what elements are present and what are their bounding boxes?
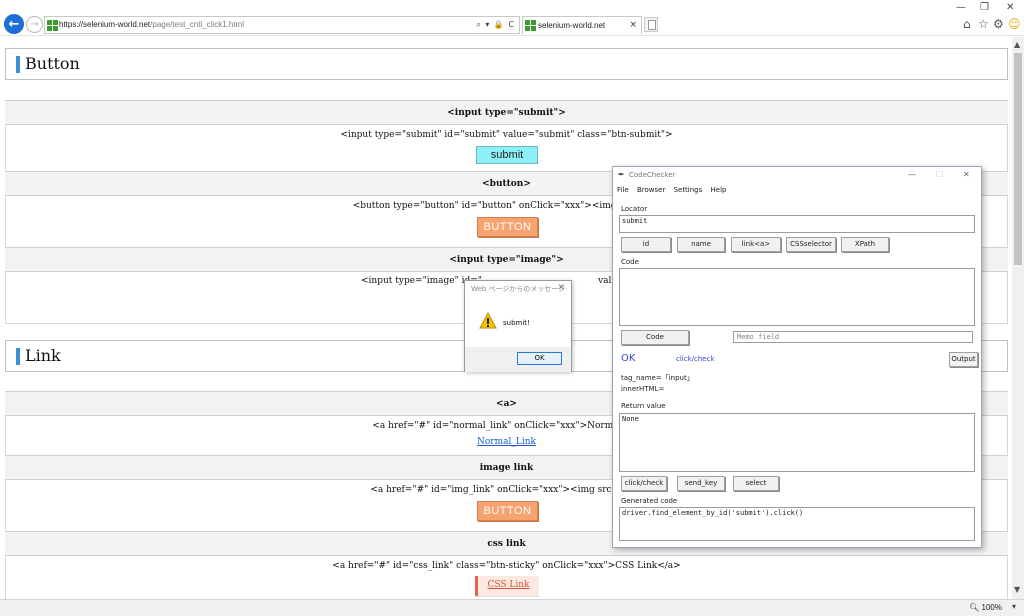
menu-browser[interactable]: Browser — [637, 186, 665, 194]
tab-close-icon[interactable]: × — [629, 17, 637, 34]
inner-html-text: innerHTML= — [621, 385, 665, 393]
id-button[interactable]: id — [621, 237, 671, 252]
new-tab-button[interactable] — [644, 17, 658, 32]
image-link-button[interactable]: BUTTON — [477, 501, 538, 521]
name-button[interactable]: name — [677, 237, 725, 252]
output-button[interactable]: Output — [949, 352, 978, 367]
generated-code-label: Generated code — [621, 497, 678, 505]
address-bar[interactable]: https://selenium-world.net/page/test_cnt… — [44, 16, 520, 34]
smiley-icon[interactable]: ☺ — [1008, 17, 1021, 31]
scroll-down-icon[interactable]: ▼ — [1014, 585, 1020, 594]
xpath-button[interactable]: XPath — [841, 237, 889, 252]
section-header-button: Button — [5, 48, 1008, 80]
menu-bar: File Browser Settings Help — [617, 186, 732, 194]
menu-file[interactable]: File — [617, 186, 629, 194]
close-button[interactable]: ✕ — [963, 170, 970, 179]
submit-button[interactable]: submit — [476, 146, 538, 164]
locator-label: Locator — [621, 205, 648, 213]
forward-button[interactable]: → — [26, 16, 43, 33]
status-action: click/check — [676, 355, 715, 363]
arrow-left-icon: ← — [8, 16, 20, 32]
code-label: Code — [621, 258, 639, 266]
alert-message: submit! — [503, 319, 530, 327]
site-favicon-icon — [525, 20, 536, 31]
maximize-button: ☐ — [936, 170, 944, 179]
gear-icon[interactable]: ⚙ — [993, 17, 1004, 31]
alert-title: Web ページからのメッセージ — [471, 285, 566, 293]
return-value-textarea[interactable]: None — [619, 413, 975, 472]
section-title: Button — [25, 54, 80, 73]
code-text: <a href="#" id="css_link" class="btn-sti… — [332, 561, 681, 571]
table-header-submit: <input type="submit"> — [5, 100, 1008, 125]
link-button[interactable]: link<a> — [731, 237, 781, 252]
code-textarea[interactable] — [619, 268, 975, 326]
status-bar: 🔍︎ 100% ▾ — [0, 599, 1024, 616]
zoom-level[interactable]: 🔍︎ 100% — [969, 603, 1002, 612]
section-marker — [16, 348, 20, 365]
status-ok: OK — [621, 353, 636, 364]
code-button[interactable]: Code — [621, 330, 689, 345]
menu-settings[interactable]: Settings — [674, 186, 703, 194]
browser-toolbar: ← → https://selenium-world.net/page/test… — [0, 0, 1024, 36]
warning-icon — [479, 312, 497, 329]
home-icon[interactable]: ⌂ — [963, 17, 971, 31]
generated-code-textarea[interactable]: driver.find_element_by_id('submit').clic… — [619, 507, 975, 541]
tab-title: selenium-world.net — [538, 21, 606, 30]
site-favicon-icon — [47, 20, 58, 31]
restore-button[interactable]: ❐ — [980, 2, 989, 13]
feather-icon: ✒ — [618, 170, 625, 179]
alert-dialog: Web ページからのメッセージ ✕ submit! OK — [464, 280, 572, 372]
scrollbar-thumb[interactable] — [1014, 53, 1022, 265]
close-icon[interactable]: ✕ — [557, 283, 565, 293]
zoom-icon: 🔍︎ — [969, 603, 980, 612]
menu-help[interactable]: Help — [711, 186, 727, 194]
minimize-button[interactable]: — — [956, 2, 966, 13]
tag-name-text: tag_name=「input」 — [621, 374, 694, 382]
click-check-button[interactable]: click/check — [621, 476, 667, 491]
arrow-right-icon: → — [30, 19, 39, 30]
locator-input[interactable]: submit — [619, 215, 975, 233]
tab-selenium-world[interactable]: selenium-world.net × — [522, 16, 642, 34]
window-titlebar: ✒ CodeChecker — ☐ ✕ — [613, 167, 981, 185]
send-key-button[interactable]: send_key — [677, 476, 725, 491]
alert-footer: OK — [465, 347, 571, 372]
css-link[interactable]: CSS Link — [475, 576, 539, 596]
back-button[interactable]: ← — [4, 14, 24, 34]
address-tools[interactable]: ⌕ ▾ 🔒 C — [476, 17, 515, 33]
section-title: Link — [25, 346, 61, 365]
return-value-label: Return value — [621, 402, 666, 410]
ok-button[interactable]: OK — [517, 352, 562, 365]
section-marker — [16, 56, 20, 73]
close-window-button[interactable]: ✕ — [1006, 2, 1014, 13]
memo-field[interactable]: Memo field — [733, 331, 973, 343]
codechecker-window: ✒ CodeChecker — ☐ ✕ File Browser Setting… — [612, 166, 982, 548]
scroll-up-icon[interactable]: ▲ — [1014, 40, 1020, 49]
select-button[interactable]: select — [733, 476, 779, 491]
code-text: <input type="submit" id="submit" value="… — [340, 130, 673, 140]
chevron-down-icon[interactable]: ▾ — [1012, 602, 1016, 611]
button-button[interactable]: BUTTON — [477, 217, 538, 237]
star-icon[interactable]: ☆ — [978, 17, 989, 31]
window-title: CodeChecker — [629, 171, 676, 179]
minimize-button[interactable]: — — [908, 170, 916, 179]
url-text: https://selenium-world.net/page/test_cnt… — [59, 20, 244, 29]
cssselector-button[interactable]: CSSselector — [786, 237, 836, 252]
vertical-scrollbar[interactable]: ▲ ▼ — [1012, 37, 1024, 599]
